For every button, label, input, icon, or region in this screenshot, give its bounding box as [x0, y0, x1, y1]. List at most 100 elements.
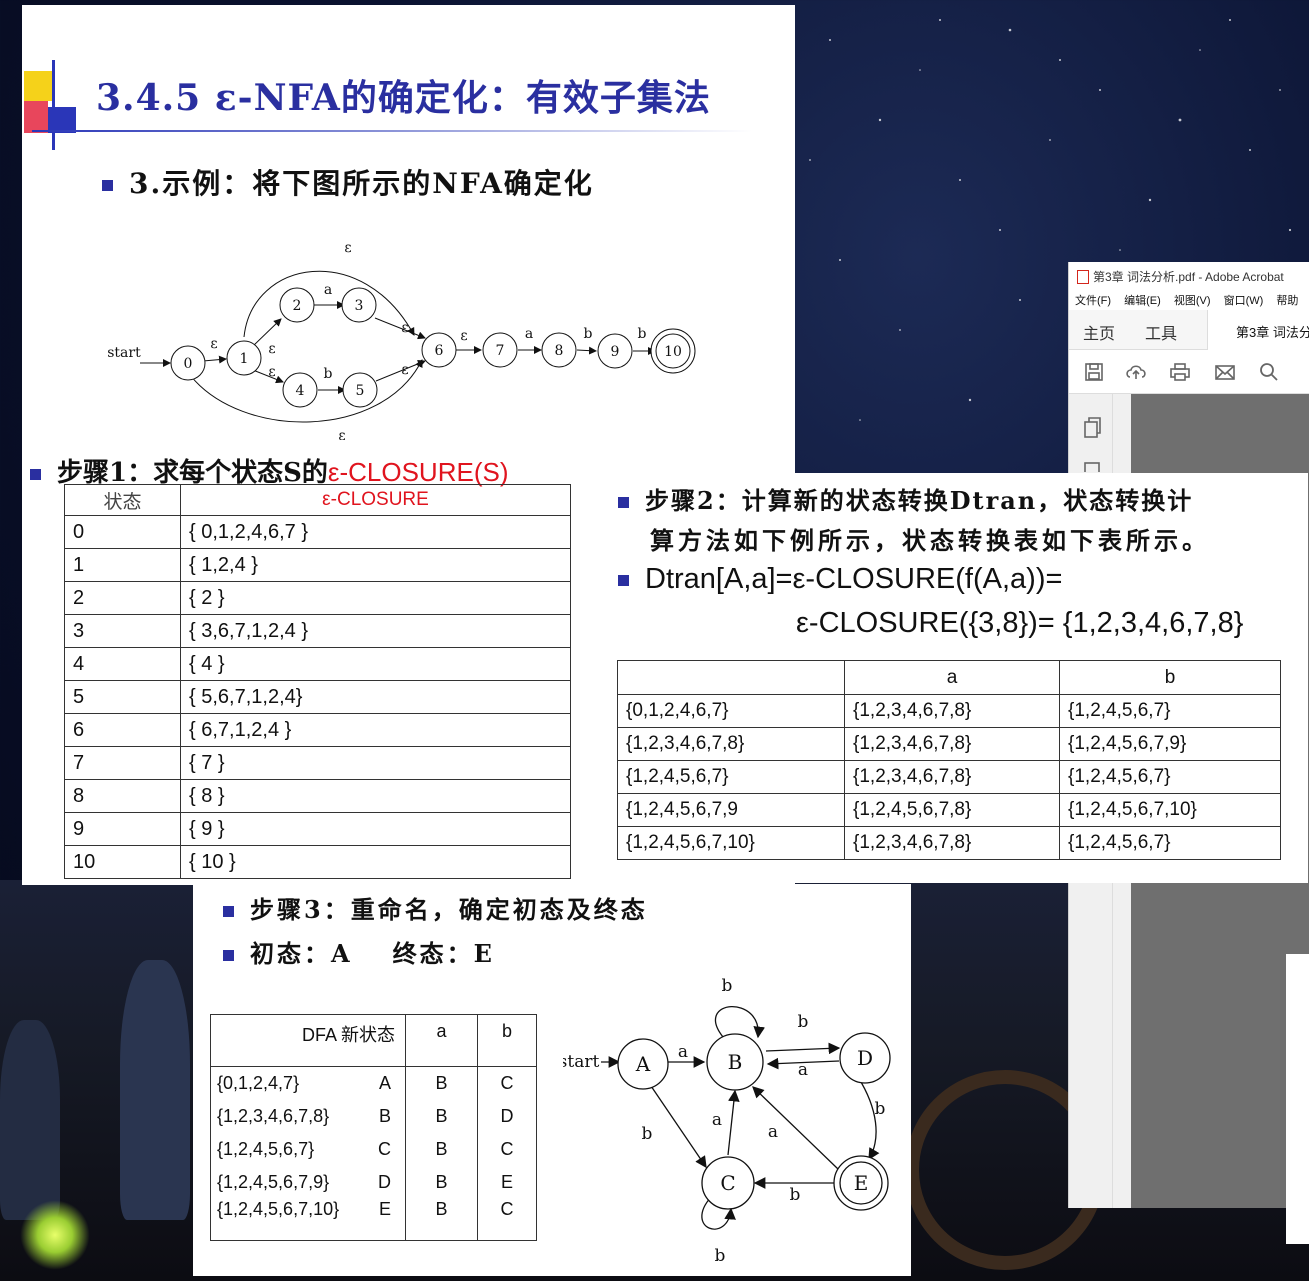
table-cell: {1,2,3,4,6,7,8}: [844, 760, 1060, 794]
slide-dfa: 步骤3：重命名，确定初态及终态 初态：A 终态：E DFA 新状态 a b {0,…: [193, 884, 911, 1276]
state-label: A: [635, 1052, 651, 1076]
tab-document[interactable]: 第3章 词法分: [1207, 310, 1309, 350]
state-label: 6: [435, 343, 444, 359]
table-cell: 0: [64, 515, 181, 549]
table-cell: { 2 }: [180, 581, 571, 615]
table-cell: 3: [64, 614, 181, 648]
dtran-formula-result: ε-CLOSURE({3,8})= {1,2,3,4,6,7,8}: [796, 607, 1244, 639]
table-row: 1{ 1,2,4 }: [64, 548, 571, 582]
bullet-icon: [223, 950, 234, 961]
edge-label: ε: [268, 341, 275, 357]
nfa-edge: [202, 355, 227, 364]
title-decoration: [52, 60, 55, 150]
table-cell: 2: [64, 581, 181, 615]
state-label: C: [720, 1171, 735, 1195]
edge-label: b: [722, 976, 733, 996]
print-icon[interactable]: [1169, 362, 1191, 382]
slide-title: 3.4.5 ε-NFA的确定化：有效子集法: [96, 77, 711, 119]
edge-label: a: [798, 1060, 808, 1080]
step2-continued: 算方法如下例所示，状态转换表如下表所示。: [650, 526, 1210, 555]
dfa-edge: [765, 1042, 841, 1055]
table-cell: {1,2,4,5,6,7} C: [210, 1132, 406, 1166]
mail-icon[interactable]: [1214, 362, 1236, 382]
table-row: {1,2,4,5,6,7} C B C: [210, 1132, 537, 1166]
table-cell: 10: [64, 845, 181, 879]
edge-label: b: [715, 1246, 726, 1266]
state-set: {0,1,2,4,7}: [217, 1072, 300, 1093]
copy-icon[interactable]: [1081, 416, 1103, 440]
table-row: 10{ 10 }: [64, 845, 571, 879]
edge-label: a: [525, 326, 533, 342]
edge-label: ε: [210, 336, 217, 352]
dfa-edge: [650, 1085, 707, 1169]
table-header-row: a b: [617, 660, 1281, 695]
state-label: 3: [355, 298, 364, 314]
example-line: 3.示例：将下图所示的NFA确定化: [102, 162, 594, 202]
dfa-table: DFA 新状态 a b {0,1,2,4,7} A B C {1,2,3,4,6,7,…: [210, 1014, 537, 1241]
upload-icon[interactable]: [1125, 362, 1147, 382]
search-icon[interactable]: [1258, 362, 1280, 382]
table-cell: { 1,2,4 }: [180, 548, 571, 582]
menu-help[interactable]: 帮助: [1276, 295, 1298, 307]
save-icon[interactable]: [1083, 362, 1105, 382]
table-cell: {1,2,4,5,6,7}: [1059, 694, 1281, 728]
table-cell: { 4 }: [180, 647, 571, 681]
edge-label: a: [678, 1042, 688, 1062]
title-decoration: [24, 71, 52, 101]
table-row: 4{ 4 }: [64, 647, 571, 681]
table-row: 0{ 0,1,2,4,6,7 }: [64, 515, 571, 549]
table-row: {1,2,4,5,6,7,9} D B E: [210, 1165, 537, 1199]
initial-final-line: 初态：A 终态：E: [223, 934, 495, 969]
table-row: {1,2,4,5,6,7,10} {1,2,3,4,6,7,8} {1,2,4,5,…: [617, 826, 1281, 860]
table-header: b: [1059, 660, 1281, 695]
state-set: {1,2,4,5,6,7}: [217, 1138, 315, 1159]
state-label: 9: [611, 344, 620, 360]
state-name: D: [378, 1171, 391, 1192]
start-label: start: [107, 345, 141, 361]
table-header: ε-CLOSURE: [180, 484, 571, 516]
edge-label: ε: [401, 362, 408, 378]
dfa-edge: [727, 1089, 740, 1156]
formula-text: Dtran[A,a]=ε-CLOSURE(f(A,a))=: [645, 563, 1063, 595]
edge-label: ε: [460, 328, 467, 344]
tab-home[interactable]: 主页: [1083, 320, 1115, 344]
table-cell: E: [477, 1165, 537, 1199]
state-label: E: [854, 1171, 869, 1195]
table-cell: 9: [64, 812, 181, 846]
state-label: 1: [240, 351, 249, 367]
table-row: 5{ 5,6,7,1,2,4}: [64, 680, 571, 714]
slide-dtran: 步骤2：计算新的状态转换Dtran，状态转换计 算方法如下例所示，状态转换表如下…: [586, 473, 1308, 883]
table-header-row: 状态 ε-CLOSURE: [64, 484, 571, 516]
menu-window[interactable]: 窗口(W): [1224, 295, 1264, 307]
nfa-edge: [374, 317, 426, 340]
toolbar: [1069, 350, 1309, 394]
dfa-edge: [714, 1006, 765, 1039]
table-cell: {1,2,3,4,6,7,8}: [617, 727, 845, 761]
state-label: D: [857, 1046, 873, 1070]
state-label: B: [728, 1050, 743, 1074]
menu-edit[interactable]: 编辑(E): [1124, 295, 1161, 307]
table-cell: { 3,6,7,1,2,4 }: [180, 614, 571, 648]
window-titlebar[interactable]: 第3章 词法分析.pdf - Adobe Acrobat: [1069, 262, 1309, 288]
rock-pillar: [120, 960, 190, 1220]
table-row: {1,2,4,5,6,7} {1,2,3,4,6,7,8} {1,2,4,5,6,7…: [617, 760, 1281, 794]
table-cell: { 10 }: [180, 845, 571, 879]
table-cell: {1,2,4,5,6,7,10}: [1059, 793, 1281, 827]
table-cell: B: [405, 1066, 478, 1100]
state-set: {1,2,3,4,6,7,8}: [217, 1105, 330, 1126]
tab-tools[interactable]: 工具: [1145, 320, 1177, 344]
table-cell: B: [405, 1132, 478, 1166]
page-icon[interactable]: [1083, 462, 1101, 472]
table-header: b: [477, 1014, 537, 1067]
edge-label: ε: [401, 320, 408, 336]
edge-label: b: [875, 1099, 886, 1119]
menu-view[interactable]: 视图(V): [1174, 295, 1211, 307]
table-row: 2{ 2 }: [64, 581, 571, 615]
edge-label: b: [642, 1124, 653, 1144]
nfa-diagram: start 0 1 2 3 4 5 6 7 8 9 10 ε ε ε ε ε a…: [107, 240, 696, 440]
table-cell: 4: [64, 647, 181, 681]
table-row: {0,1,2,4,7} A B C: [210, 1066, 537, 1100]
table-row: 7{ 7 }: [64, 746, 571, 780]
menu-file[interactable]: 文件(F): [1075, 295, 1111, 307]
state-label: 8: [555, 343, 564, 359]
